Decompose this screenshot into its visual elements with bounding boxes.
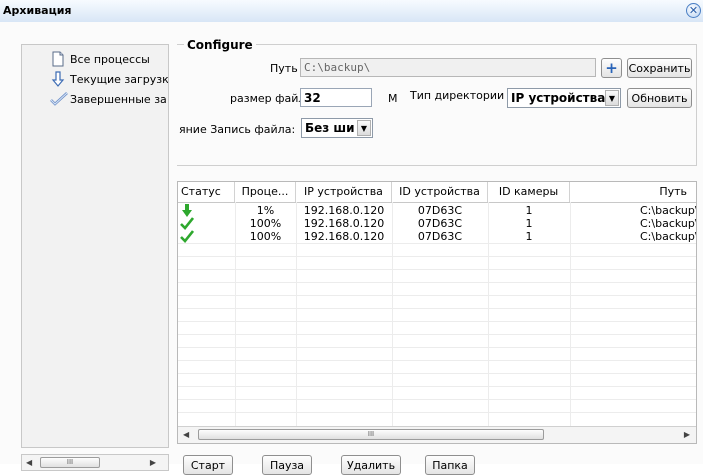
nav-item-label: Текущие загрузк	[70, 73, 169, 86]
grid-line	[178, 256, 696, 257]
scroll-left-icon[interactable]: ◀	[26, 458, 32, 467]
grid-line	[178, 308, 696, 309]
table-horizontal-scrollbar[interactable]: ◀ III ▶	[178, 426, 696, 443]
column-header-path[interactable]: Путь	[570, 182, 696, 202]
path-input[interactable]	[300, 58, 596, 77]
device-id-cell: 07D63C	[417, 204, 463, 217]
scrollbar-thumb[interactable]: III	[198, 429, 544, 440]
process-nav-panel: Все процессы Текущие загрузк Завершенные…	[21, 44, 169, 448]
pause-button[interactable]: Пауза	[262, 455, 312, 475]
progress-cell: 1%	[256, 204, 275, 217]
progress-cell: 100%	[249, 217, 282, 230]
table-row[interactable]: 100% 192.168.0.120 07D63C 1 C:\backup\	[178, 217, 697, 230]
grid-line	[178, 243, 696, 244]
column-header-ip[interactable]: IP устройства	[296, 182, 392, 202]
checkmark-icon	[50, 91, 68, 107]
column-header-camera-id[interactable]: ID камеры	[488, 182, 570, 202]
close-button[interactable]: ✕	[686, 3, 701, 18]
table-row[interactable]: 1% 192.168.0.120 07D63C 1 C:\backup\	[178, 204, 697, 217]
path-label: Путь	[270, 62, 298, 75]
save-button[interactable]: Сохранить	[627, 58, 692, 78]
nav-item-label: Завершенные за	[70, 93, 167, 106]
path-cell: C:\backup\	[640, 204, 697, 217]
column-header-progress[interactable]: Проце...	[235, 182, 296, 202]
overwrite-label: яние Запись файла:	[179, 123, 296, 136]
plus-icon: +	[605, 59, 618, 77]
download-arrow-icon	[180, 204, 194, 217]
overwrite-value: Без ши	[305, 121, 355, 135]
grid-line	[178, 399, 696, 400]
chevron-down-icon[interactable]: ▼	[357, 120, 371, 136]
camera-id-cell: 1	[525, 217, 533, 230]
grid-line	[178, 386, 696, 387]
grid-line	[178, 347, 696, 348]
title-bar: Архивация ✕	[0, 0, 703, 23]
filesize-unit: M	[388, 92, 398, 105]
column-header-status[interactable]: Статус	[178, 182, 235, 202]
dirtype-select[interactable]: IP устройства ▼	[507, 88, 621, 108]
window-body: Все процессы Текущие загрузк Завершенные…	[0, 22, 703, 475]
grid-line	[178, 373, 696, 374]
folder-button[interactable]: Папка	[425, 455, 475, 475]
process-table: Статус Проце... IP устройства ID устройс…	[177, 181, 697, 444]
ip-cell: 192.168.0.120	[303, 230, 385, 243]
download-arrow-icon	[50, 71, 66, 87]
device-id-cell: 07D63C	[417, 230, 463, 243]
scroll-right-icon[interactable]: ▶	[150, 458, 156, 467]
document-icon	[50, 51, 66, 67]
close-icon: ✕	[688, 4, 699, 17]
path-cell: C:\backup\	[640, 217, 697, 230]
grid-line	[178, 269, 696, 270]
grid-line	[178, 412, 696, 413]
table-header: Статус Проце... IP устройства ID устройс…	[178, 182, 696, 203]
ip-cell: 192.168.0.120	[303, 204, 385, 217]
grid-line	[178, 282, 696, 283]
ip-cell: 192.168.0.120	[303, 217, 385, 230]
grid-line	[178, 360, 696, 361]
add-path-button[interactable]: +	[601, 58, 622, 78]
column-header-device-id[interactable]: ID устройства	[392, 182, 488, 202]
scrollbar-thumb[interactable]: III	[40, 457, 100, 468]
filesize-label: размер файл	[230, 92, 306, 105]
camera-id-cell: 1	[525, 230, 533, 243]
scroll-right-icon[interactable]: ▶	[684, 430, 690, 439]
progress-cell: 100%	[249, 230, 282, 243]
camera-id-cell: 1	[525, 204, 533, 217]
configure-legend: Configure	[184, 38, 256, 52]
dirtype-label: Тип директории	[410, 89, 505, 102]
scrollbar-grip: III	[367, 430, 375, 438]
start-button[interactable]: Старт	[183, 455, 233, 475]
nav-horizontal-scrollbar[interactable]: ◀ III ▶	[21, 454, 169, 471]
checkmark-icon	[180, 217, 194, 230]
device-id-cell: 07D63C	[417, 217, 463, 230]
grid-line	[178, 321, 696, 322]
table-row[interactable]: 100% 192.168.0.120 07D63C 1 C:\backup\	[178, 230, 697, 243]
nav-item-label: Все процессы	[70, 53, 150, 66]
checkmark-icon	[180, 230, 194, 243]
grid-line	[178, 295, 696, 296]
filesize-input[interactable]	[300, 88, 372, 107]
grid-line	[178, 334, 696, 335]
refresh-button[interactable]: Обновить	[627, 88, 692, 108]
chevron-down-icon[interactable]: ▼	[605, 90, 619, 106]
scrollbar-grip: III	[66, 458, 74, 466]
scroll-left-icon[interactable]: ◀	[183, 430, 189, 439]
path-cell: C:\backup\	[640, 230, 697, 243]
dirtype-value: IP устройства	[511, 91, 606, 105]
window-title: Архивация	[3, 4, 72, 17]
delete-button[interactable]: Удалить	[341, 455, 401, 475]
overwrite-select[interactable]: Без ши ▼	[301, 118, 373, 138]
